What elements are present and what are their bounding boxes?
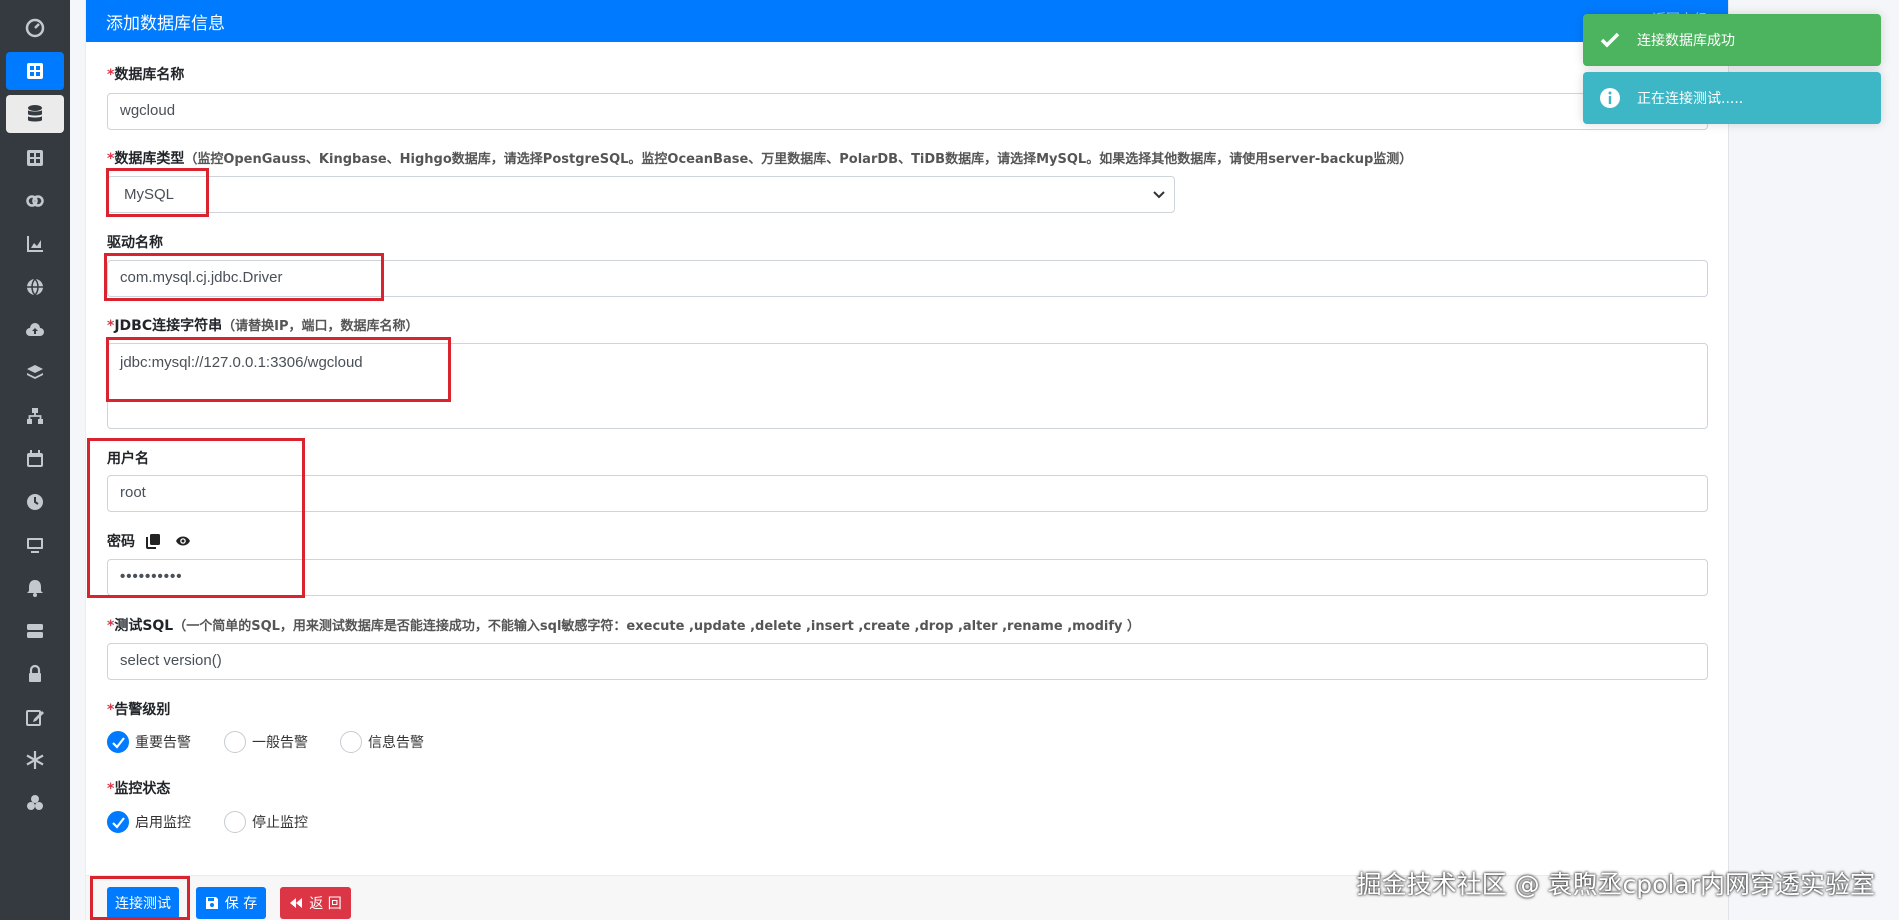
password-input[interactable]: ••••••••••: [107, 559, 1708, 596]
page-title: 添加数据库信息: [106, 13, 225, 34]
chevron-down-icon: [1153, 191, 1165, 199]
sidebar-table-icon[interactable]: [6, 139, 64, 177]
db-type-label: *数据库类型（监控OpenGauss、Kingbase、Highgo数据库，请选…: [107, 151, 1413, 167]
sidebar-calendar-icon[interactable]: [6, 440, 64, 478]
highlight-box-jdbc: [106, 337, 451, 402]
sidebar-snowflake-icon[interactable]: [6, 741, 64, 779]
sidebar-database-icon[interactable]: [6, 95, 64, 133]
sidebar-dashboard-icon[interactable]: [6, 9, 64, 47]
card-header: 添加数据库信息 返回上级: [86, 0, 1728, 42]
sidebar-grid-icon[interactable]: [6, 52, 64, 90]
db-name-input[interactable]: wgcloud: [107, 93, 1708, 130]
sidebar-layers-icon[interactable]: [6, 354, 64, 392]
db-name-label: *数据库名称: [107, 67, 185, 83]
jdbc-label: *JDBC连接字符串（请替换IP，端口，数据库名称）: [107, 318, 419, 334]
driver-label: 驱动名称: [107, 235, 163, 251]
save-icon: [205, 897, 218, 909]
right-panel: [1728, 0, 1899, 920]
username-input[interactable]: root: [107, 475, 1708, 512]
save-button[interactable]: 保 存: [196, 887, 266, 919]
sidebar-network-icon[interactable]: [6, 397, 64, 435]
alarm-level-option-important[interactable]: 重要告警: [107, 731, 191, 753]
sidebar-edit-icon[interactable]: [6, 698, 64, 736]
alarm-level-option-normal[interactable]: 一般告警: [224, 731, 308, 753]
check-icon: [1600, 32, 1620, 48]
monitor-status-option-enable[interactable]: 启用监控: [107, 811, 191, 833]
highlight-box-driver: [104, 253, 384, 301]
radio-unchecked-icon: [340, 731, 362, 753]
sidebar-area-chart-icon[interactable]: [6, 225, 64, 263]
test-sql-label: *测试SQL（一个简单的SQL，用来测试数据库是否能连接成功，不能输入sql敏感…: [107, 618, 1141, 634]
db-type-hint: （监控OpenGauss、Kingbase、Highgo数据库，请选择Postg…: [184, 152, 1413, 167]
highlight-box-credentials: [87, 438, 305, 598]
alarm-level-option-info[interactable]: 信息告警: [340, 731, 424, 753]
highlight-box-test-button: [90, 876, 190, 920]
radio-unchecked-icon: [224, 811, 246, 833]
sidebar-bell-icon[interactable]: [6, 569, 64, 607]
monitor-status-option-disable[interactable]: 停止监控: [224, 811, 308, 833]
alarm-level-label: *告警级别: [107, 702, 171, 718]
test-sql-hint: （一个简单的SQL，用来测试数据库是否能连接成功，不能输入sql敏感字符：exe…: [173, 619, 1141, 634]
jdbc-hint: （请替换IP，端口，数据库名称）: [222, 319, 419, 334]
info-icon: [1600, 88, 1620, 108]
sidebar-clock-icon[interactable]: [6, 483, 64, 521]
test-sql-input[interactable]: select version(): [107, 643, 1708, 680]
sidebar-server-icon[interactable]: [6, 612, 64, 650]
radio-checked-icon: [107, 811, 129, 833]
sidebar-cubes-icon[interactable]: [6, 784, 64, 822]
highlight-box-db-type: [106, 168, 209, 217]
sidebar-monitor-icon[interactable]: [6, 526, 64, 564]
sidebar-lock-icon[interactable]: [6, 655, 64, 693]
radio-checked-icon: [107, 731, 129, 753]
sidebar-globe-icon[interactable]: [6, 268, 64, 306]
form-card: 添加数据库信息 返回上级: [86, 0, 1728, 920]
watermark-text: 掘金技术社区 @ 袁煦丞cpolar内网穿透实验室: [1356, 870, 1875, 899]
backward-icon: [290, 898, 303, 908]
sidebar-link-icon[interactable]: [6, 182, 64, 220]
toast-info[interactable]: 正在连接测试.....: [1583, 72, 1881, 124]
toast-success[interactable]: 连接数据库成功: [1583, 14, 1881, 66]
db-type-select[interactable]: MySQL: [107, 176, 1175, 213]
sidebar: [0, 0, 70, 920]
back-button[interactable]: 返 回: [280, 887, 351, 919]
monitor-status-label: *监控状态: [107, 781, 171, 797]
radio-unchecked-icon: [224, 731, 246, 753]
sidebar-cloud-upload-icon[interactable]: [6, 311, 64, 349]
